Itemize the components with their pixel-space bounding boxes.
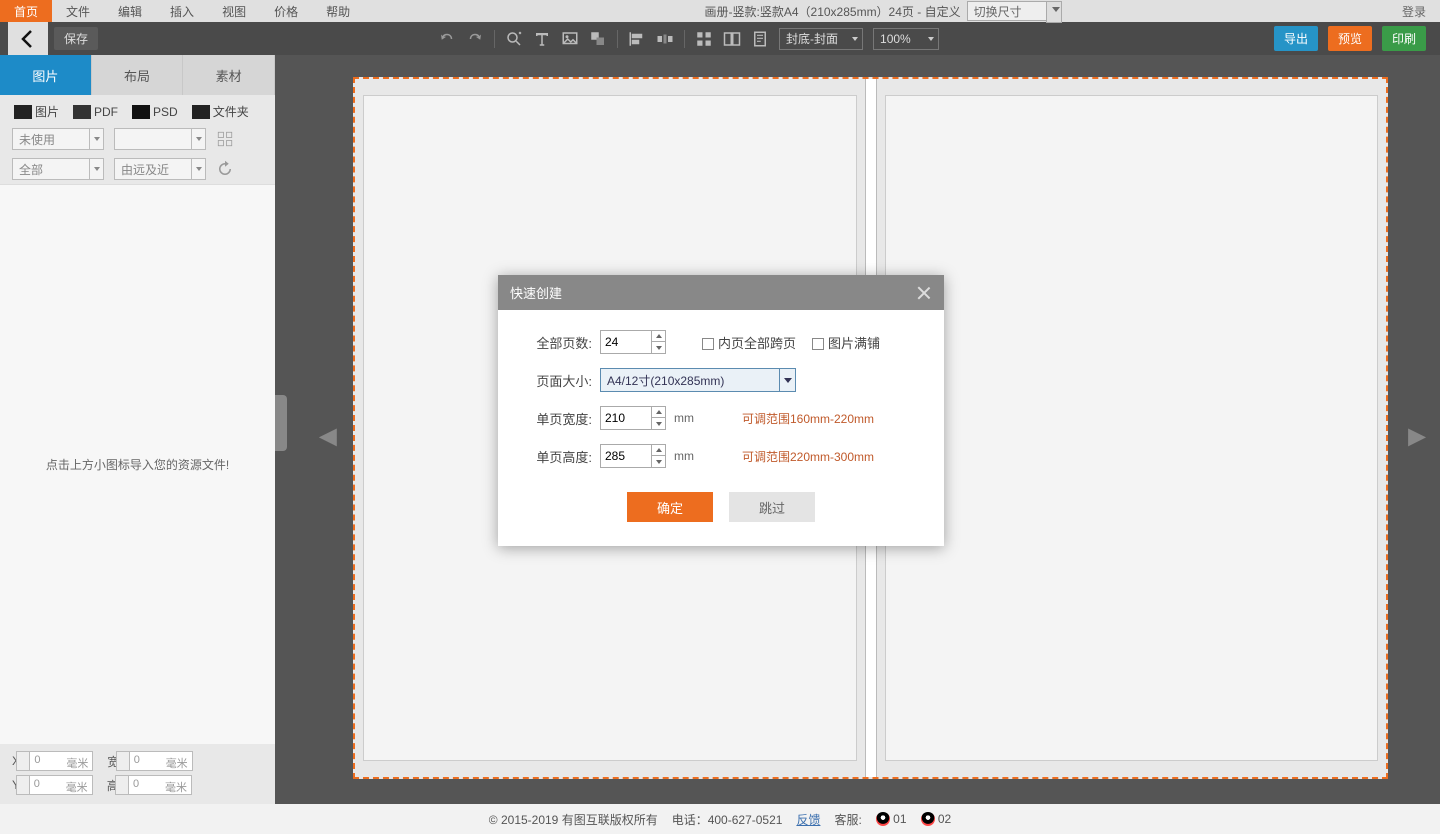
unit-mm: mm [674, 411, 694, 425]
skip-button[interactable]: 跳过 [729, 492, 815, 522]
height-hint: 可调范围220mm-300mm [742, 448, 874, 465]
spin-up-icon[interactable] [652, 407, 665, 418]
quick-create-dialog: 快速创建 全部页数: 内页全部跨页 图片满铺 页面大小: A4/12寸(210x… [498, 275, 944, 546]
close-icon[interactable] [916, 285, 932, 301]
spin-down-icon[interactable] [652, 456, 665, 467]
page-height-input[interactable] [600, 444, 666, 468]
page-size-label: 页面大小: [526, 371, 592, 390]
ok-button[interactable]: 确定 [627, 492, 713, 522]
dialog-titlebar: 快速创建 [498, 275, 944, 310]
spin-down-icon[interactable] [652, 418, 665, 429]
dialog-title: 快速创建 [510, 283, 562, 302]
page-width-label: 单页宽度: [526, 409, 592, 428]
spin-down-icon[interactable] [652, 342, 665, 353]
width-hint: 可调范围160mm-220mm [742, 410, 874, 427]
modal-backdrop: 快速创建 全部页数: 内页全部跨页 图片满铺 页面大小: A4/12寸(210x… [0, 0, 1440, 834]
checkbox-fill[interactable]: 图片满铺 [812, 333, 880, 352]
pages-label: 全部页数: [526, 333, 592, 352]
page-size-select[interactable]: A4/12寸(210x285mm) [600, 368, 796, 392]
page-height-label: 单页高度: [526, 447, 592, 466]
pages-input[interactable] [600, 330, 666, 354]
spin-up-icon[interactable] [652, 445, 665, 456]
page-width-input[interactable] [600, 406, 666, 430]
checkbox-spread[interactable]: 内页全部跨页 [702, 333, 796, 352]
spin-up-icon[interactable] [652, 331, 665, 342]
unit-mm: mm [674, 449, 694, 463]
